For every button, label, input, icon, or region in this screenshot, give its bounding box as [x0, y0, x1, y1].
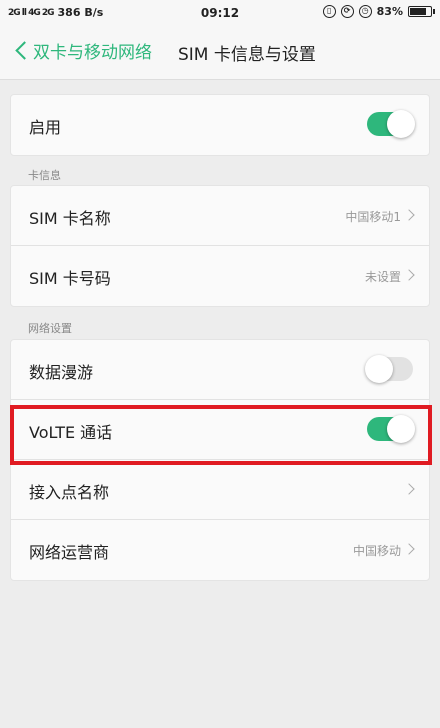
- sim-name-label: SIM 卡名称: [29, 209, 111, 228]
- data-roaming-toggle[interactable]: [365, 355, 413, 383]
- status-bar: 2G ll 4G 2G 386 B/s 09:12 ▯ ⟳ ◷ 83%: [0, 0, 440, 26]
- volte-label: VoLTE 通话: [29, 423, 113, 442]
- network-card: 数据漫游 VoLTE 通话 接入点名称 网络运营商 中国移动: [10, 339, 430, 581]
- vibrate-icon: ▯: [322, 5, 336, 18]
- operator-row[interactable]: 网络运营商 中国移动: [11, 520, 429, 580]
- volte-toggle[interactable]: [367, 415, 415, 443]
- back-label: 双卡与移动网络: [33, 43, 152, 63]
- alarm-icon: ◷: [358, 5, 372, 18]
- back-button[interactable]: 双卡与移动网络: [12, 38, 152, 63]
- apn-label: 接入点名称: [29, 483, 110, 502]
- enable-row[interactable]: 启用: [11, 95, 429, 155]
- battery-percent: 83%: [376, 5, 403, 18]
- data-roaming-label: 数据漫游: [29, 363, 94, 382]
- card-info-card: SIM 卡名称 中国移动1 SIM 卡号码 未设置: [10, 185, 430, 307]
- toggle-knob: [365, 355, 393, 383]
- operator-value: 中国移动: [352, 544, 401, 558]
- enable-toggle[interactable]: [367, 110, 415, 138]
- operator-label: 网络运营商: [29, 543, 110, 562]
- battery-icon: [408, 6, 435, 17]
- section-label-network: 网络设置: [28, 322, 72, 335]
- sim-number-label: SIM 卡号码: [29, 269, 111, 288]
- toggle-knob: [387, 415, 415, 443]
- sim-number-value: 未设置: [364, 270, 401, 284]
- status-right: ▯ ⟳ ◷ 83%: [322, 5, 435, 18]
- app-header: 双卡与移动网络 SIM 卡信息与设置: [0, 26, 440, 80]
- chevron-left-icon: [15, 41, 34, 60]
- sim-number-row[interactable]: SIM 卡号码 未设置: [11, 246, 429, 306]
- sim-name-value: 中国移动1: [345, 210, 401, 224]
- chevron-right-icon: [403, 269, 415, 281]
- chevron-right-icon: [403, 483, 415, 495]
- lock-rotation-icon: ⟳: [340, 5, 354, 18]
- enable-card: 启用: [10, 94, 430, 156]
- volte-row[interactable]: VoLTE 通话: [11, 400, 429, 460]
- data-roaming-row[interactable]: 数据漫游: [11, 340, 429, 400]
- chevron-right-icon: [403, 209, 415, 221]
- sim-name-row[interactable]: SIM 卡名称 中国移动1: [11, 186, 429, 246]
- apn-row[interactable]: 接入点名称: [11, 460, 429, 520]
- chevron-right-icon: [403, 543, 415, 555]
- section-label-card-info: 卡信息: [28, 169, 61, 182]
- enable-label: 启用: [29, 118, 62, 137]
- toggle-knob: [387, 110, 415, 138]
- page-title: SIM 卡信息与设置: [178, 45, 316, 65]
